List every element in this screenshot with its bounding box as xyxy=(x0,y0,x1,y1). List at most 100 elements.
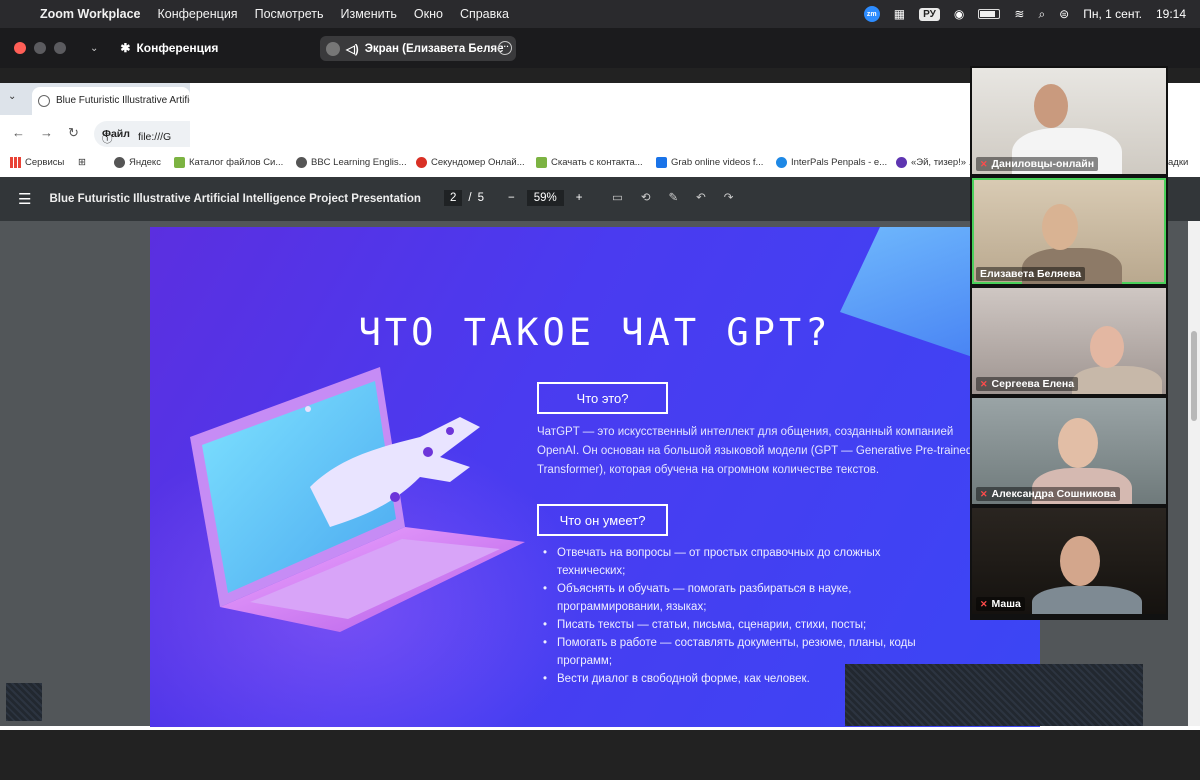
presentation-slide: ЧТО ТАКОЕ ЧАТ GPT? Что это? ЧатGPT — это… xyxy=(150,227,1040,727)
participant-tile[interactable]: ✕ Александра Сошникова xyxy=(972,398,1166,504)
address-bar[interactable]: ⓘ Файл file:///G xyxy=(94,121,190,147)
list-item: Писать тексты — статьи, письма, сценарии… xyxy=(543,616,943,634)
participant-tile[interactable]: ✕ Сергеева Елена xyxy=(972,288,1166,394)
forward-icon[interactable]: → xyxy=(40,125,53,140)
macos-menubar: Zoom Workplace Конференция Посмотреть Из… xyxy=(0,0,1200,28)
laptop-robot-hand-illustration xyxy=(190,367,525,632)
tab-search-chevron-icon[interactable]: ⌄ xyxy=(8,91,16,102)
tab-favicon-icon xyxy=(38,95,50,107)
participant-tile[interactable]: ✕ Даниловцы-онлайн xyxy=(972,68,1166,174)
fit-page-icon[interactable]: ▭ xyxy=(612,190,623,204)
reload-icon[interactable]: ↻ xyxy=(68,125,79,141)
user-icon[interactable]: ◉ xyxy=(954,7,964,21)
menu-view[interactable]: Посмотреть xyxy=(255,7,324,21)
bookmark-bbc[interactable]: BBC Learning Englis... xyxy=(296,157,407,168)
page-total: 5 xyxy=(477,192,485,204)
stopwatch-icon xyxy=(416,157,427,168)
wifi-icon[interactable]: ≋ xyxy=(1014,7,1024,21)
hatch-pattern xyxy=(845,664,1143,726)
definition-paragraph: ЧатGPT — это искусственный интеллект для… xyxy=(537,426,973,476)
back-icon[interactable]: ← xyxy=(12,125,25,140)
bookmark-grab-videos[interactable]: Grab online videos f... xyxy=(656,157,763,168)
teaser-icon xyxy=(896,157,907,168)
menu-help[interactable]: Справка xyxy=(460,7,509,21)
grid-icon[interactable]: ▦ xyxy=(894,7,905,21)
meeting-label: Конференция xyxy=(136,41,219,55)
hatch-pattern xyxy=(6,683,42,721)
bookmark-yandex[interactable]: Яндекс xyxy=(114,157,161,168)
page-indicator: 2 / 5 xyxy=(444,190,484,206)
control-center-icon[interactable]: ⊜ xyxy=(1059,7,1069,21)
paw-icon: ✱ xyxy=(120,41,131,55)
bookmark-catalog[interactable]: Каталог файлов Си... xyxy=(174,157,283,168)
menu-edit[interactable]: Изменить xyxy=(341,7,397,21)
what-is-it-box: Что это? xyxy=(537,382,668,414)
pdf-scrollbar[interactable] xyxy=(1188,221,1200,726)
participant-name-tag: ✕ Даниловцы-онлайн xyxy=(976,157,1099,171)
menu-window[interactable]: Окно xyxy=(414,7,443,21)
page-separator: / xyxy=(468,192,472,204)
tab-strip: ⌄ Blue Futuristic Illustrative Artific xyxy=(0,83,190,115)
mic-muted-icon: ✕ xyxy=(980,378,988,389)
pdf-tools: ▭ ⟲ ✎ ↶ ↷ xyxy=(612,190,733,204)
bookmark-download[interactable]: Скачать с контакта... xyxy=(536,157,643,168)
scrollbar-thumb[interactable] xyxy=(1191,331,1197,421)
tab-title: Blue Futuristic Illustrative Artific xyxy=(56,95,190,106)
zoom-controls: − 59% + xyxy=(508,190,582,206)
apps-grid-icon xyxy=(10,157,21,168)
menubar-time[interactable]: 19:14 xyxy=(1156,7,1186,21)
speaker-icon: ◁) xyxy=(346,43,359,56)
rotate-icon[interactable]: ⟲ xyxy=(641,190,651,204)
globe-icon xyxy=(296,157,307,168)
zoom-level-input[interactable]: 59% xyxy=(526,190,564,206)
participant-tile-active-speaker[interactable]: Елизавета Беляева xyxy=(972,178,1166,284)
participant-name-tag: ✕ Александра Сошникова xyxy=(976,487,1120,501)
meeting-info[interactable]: ✱ Конференция xyxy=(120,41,218,55)
slide-heading: ЧТО ТАКОЕ ЧАТ GPT? xyxy=(358,311,832,354)
battery-icon[interactable] xyxy=(978,9,1001,19)
folder-icon xyxy=(174,157,185,168)
zoom-out-button[interactable]: − xyxy=(508,192,515,204)
bookmark-grid-icon[interactable]: ⊞ xyxy=(78,157,86,168)
menu-conference[interactable]: Конференция xyxy=(157,7,237,21)
bookmark-interpals[interactable]: InterPals Penpals - e... xyxy=(776,157,887,168)
mic-muted-icon: ✕ xyxy=(980,488,988,499)
participant-tile[interactable]: ✕ Маша xyxy=(972,508,1166,614)
address-url: file:///G xyxy=(137,131,172,143)
undo-icon[interactable]: ↶ xyxy=(696,190,706,204)
bookmark-stopwatch[interactable]: Секундомер Онлай... xyxy=(416,157,525,168)
zoom-window-button[interactable] xyxy=(54,42,66,54)
bookmark-teaser[interactable]: «Эй, тизер!» ... xyxy=(896,157,977,168)
close-window-button[interactable] xyxy=(14,42,26,54)
participant-gallery: ✕ Даниловцы-онлайн Елизавета Беляева ✕ Сер… xyxy=(970,66,1168,620)
minimize-window-button[interactable] xyxy=(34,42,46,54)
zoom-toolbar: ⌄ ✱ Конференция ◁) Экран (Елизавета Беля… xyxy=(0,28,1200,68)
mic-muted-icon: ✕ xyxy=(980,158,988,169)
menu-app-name[interactable]: Zoom Workplace xyxy=(40,7,140,21)
search-icon[interactable]: ⌕ xyxy=(1038,7,1045,22)
bookmark-services[interactable]: Сервисы xyxy=(10,157,64,168)
info-icon: ⓘ xyxy=(102,133,113,145)
globe-icon xyxy=(114,157,125,168)
page-number-input[interactable]: 2 xyxy=(444,190,463,206)
more-options-icon[interactable]: ··· xyxy=(498,41,512,55)
browser-tab[interactable]: Blue Futuristic Illustrative Artific xyxy=(32,87,190,115)
annotate-pen-icon[interactable]: ✎ xyxy=(669,190,679,204)
navigation-row: ← → ↻ ⓘ Файл file:///G xyxy=(0,115,190,151)
interpals-icon xyxy=(776,157,787,168)
participant-name-tag: ✕ Маша xyxy=(976,597,1025,611)
screen-share-pill[interactable]: ◁) Экран (Елизавета Беляе ··· xyxy=(320,36,516,61)
menubar-date[interactable]: Пн, 1 сент. xyxy=(1083,7,1142,21)
zoom-in-button[interactable]: + xyxy=(576,192,583,204)
bookmark-other[interactable]: адки xyxy=(1168,157,1188,168)
capabilities-box: Что он умеет? xyxy=(537,504,668,536)
mic-muted-icon: ✕ xyxy=(980,598,988,609)
zoom-status-icon[interactable]: zm xyxy=(863,6,880,22)
sharer-avatar xyxy=(326,41,340,56)
chevron-down-icon[interactable]: ⌄ xyxy=(90,43,98,54)
redo-icon[interactable]: ↷ xyxy=(724,190,734,204)
list-item: Отвечать на вопросы — от простых справоч… xyxy=(543,544,943,580)
participant-name-tag: Елизавета Беляева xyxy=(976,267,1086,281)
keyboard-layout-badge[interactable]: РУ xyxy=(919,7,940,21)
menu-icon[interactable]: ☰ xyxy=(18,190,31,208)
